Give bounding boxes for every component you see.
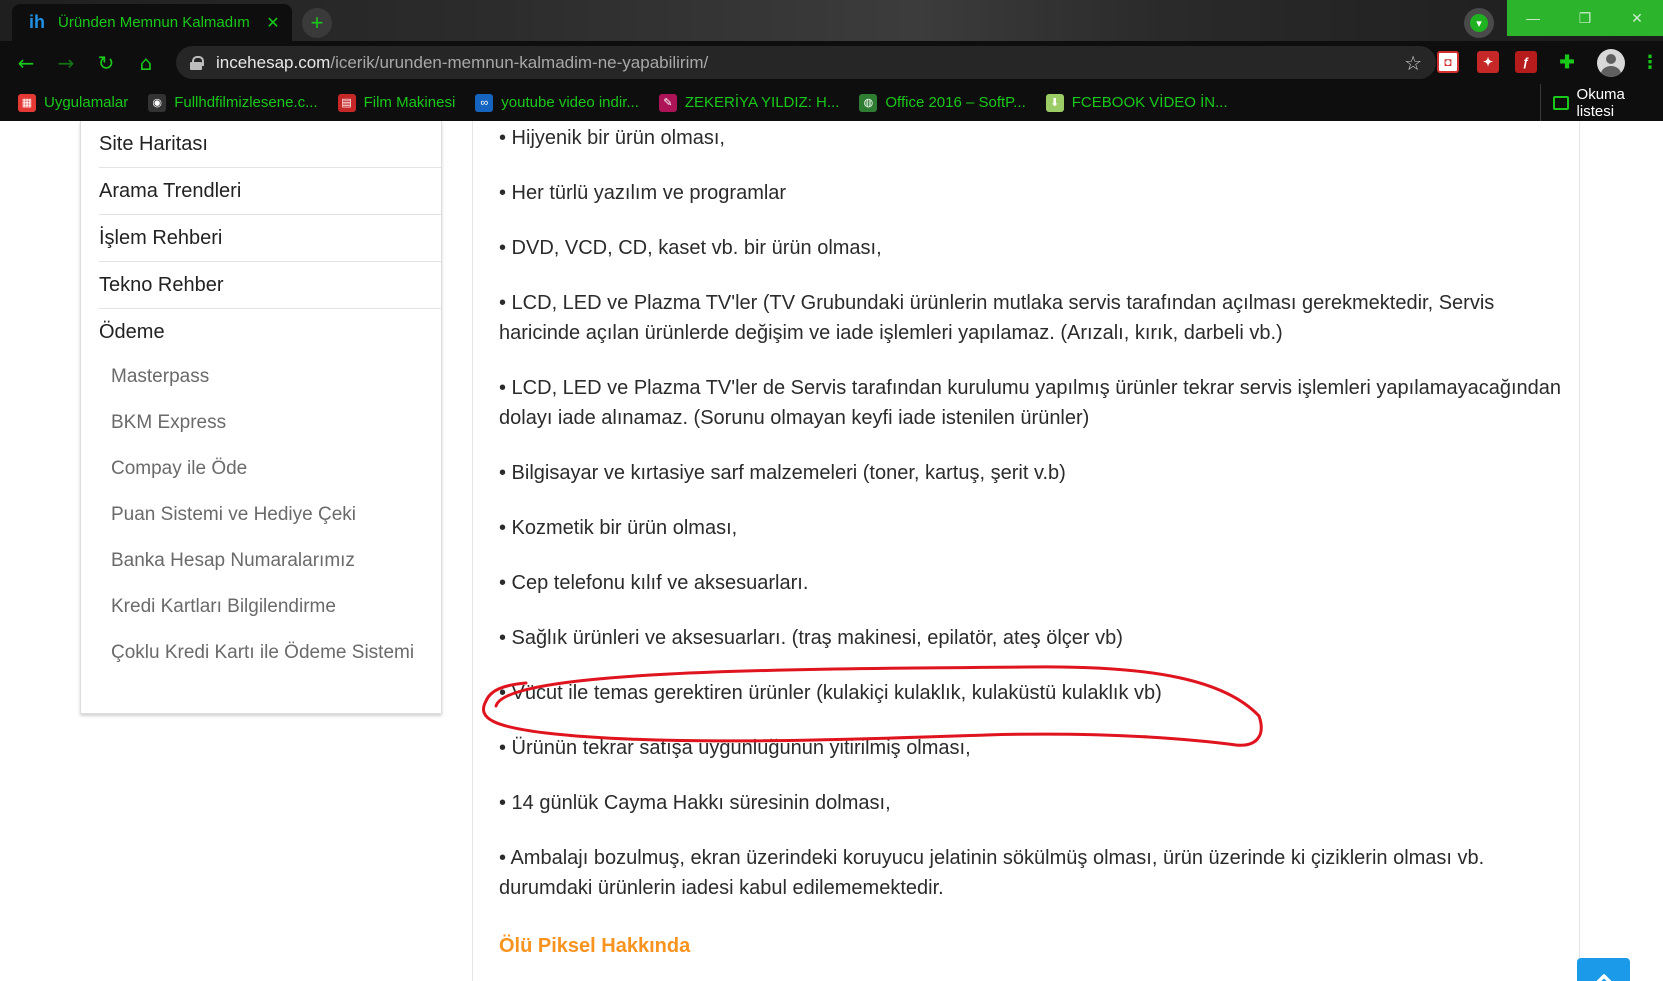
list-item: • Ürünün tekrar satışa uygunluğunun yiti…: [499, 737, 971, 759]
tab-close-icon[interactable]: ✕: [264, 13, 282, 32]
article-content: • Hijyenik bir ürün olması, • Her türlü …: [472, 121, 1580, 981]
list-item: • DVD, VCD, CD, kaset vb. bir ürün olmas…: [499, 237, 882, 259]
menu-kebab-icon[interactable]: ⋮: [1641, 52, 1659, 73]
sidebar-subitem-bkm-express[interactable]: BKM Express: [111, 403, 226, 443]
site-favicon-icon: ih: [29, 12, 45, 32]
sidebar-subitem-masterpass[interactable]: Masterpass: [111, 357, 209, 397]
shield-extension-icon[interactable]: ✦: [1477, 51, 1499, 73]
url-path: /icerik/urunden-memnun-kalmadim-ne-yapab…: [330, 52, 709, 72]
sidebar-item-site-map[interactable]: Site Haritası: [99, 121, 441, 168]
sidebar-item-tech-guide[interactable]: Tekno Rehber: [99, 262, 441, 309]
list-item: • Bilgisayar ve kırtasiye sarf malzemele…: [499, 462, 1066, 484]
tab-title: Üründen Memnun Kalmadım Ne: [58, 14, 254, 31]
film-strip-icon: ▤: [337, 93, 356, 112]
highlighted-list-item: • Vücut ile temas gerektiren ürünler (ku…: [499, 682, 1162, 704]
blog-icon: ✎: [658, 93, 677, 112]
double-chevron-up-icon: [1595, 973, 1612, 981]
bookmark-star-icon[interactable]: ☆: [1404, 51, 1422, 75]
list-item: • LCD, LED ve Plazma TV'ler de Servis ta…: [499, 377, 1561, 429]
film-reel-icon: ◉: [148, 93, 167, 112]
pocket-extension-icon[interactable]: ◘: [1437, 51, 1459, 73]
url-domain: incehesap.com: [216, 52, 331, 72]
active-tab[interactable]: ih Üründen Memnun Kalmadım Ne ✕: [12, 4, 292, 41]
bookmark-item[interactable]: ▦ Uygulamalar: [18, 93, 129, 112]
sidebar-menu: Site Haritası Arama Trendleri İşlem Rehb…: [80, 121, 442, 714]
sidebar-item-search-trends[interactable]: Arama Trendleri: [99, 168, 441, 215]
bookmarks-bar: ▦ Uygulamalar ◉ Fullhdfilmizlesene.c... ▤ Fil…: [0, 84, 1663, 121]
puzzle-extensions-icon[interactable]: ✚: [1556, 51, 1578, 73]
globe-icon: ◍: [859, 93, 878, 112]
apps-grid-icon: ▦: [18, 93, 36, 112]
bookmark-item[interactable]: ▤ Film Makinesi: [337, 93, 456, 112]
list-item: • 14 günlük Cayma Hakkı süresinin dolmas…: [499, 792, 891, 814]
back-to-top-button[interactable]: [1577, 958, 1630, 981]
bookmark-item[interactable]: ✎ ZEKERİYA YILDIZ: H...: [658, 93, 840, 112]
infinity-icon: ∞: [475, 93, 494, 112]
bookmark-label: Uygulamalar: [44, 94, 129, 111]
bookmark-label: FCEBOOK VİDEO İN...: [1071, 94, 1228, 111]
browser-toolbar: ← → ↻ ⌂ incehesap.com /icerik/urunden-me…: [0, 41, 1663, 84]
list-item: • Her türlü yazılım ve programlar: [499, 182, 787, 204]
sidebar-subitem-compay[interactable]: Compay ile Öde: [111, 449, 247, 489]
profile-avatar-icon[interactable]: [1597, 49, 1625, 77]
download-arrow-icon: ⬇: [1045, 93, 1064, 112]
list-item: • Hijyenik bir ürün olması,: [499, 127, 725, 149]
home-button[interactable]: ⌂: [132, 49, 160, 77]
sidebar-item-process-guide[interactable]: İşlem Rehberi: [99, 215, 441, 262]
list-item: • Sağlık ürünleri ve aksesuarları. (traş…: [499, 627, 1123, 649]
flash-extension-icon[interactable]: ƒ: [1515, 51, 1537, 73]
forward-button[interactable]: →: [52, 49, 80, 77]
sidebar-item-payment[interactable]: Ödeme: [99, 309, 441, 356]
list-item: • LCD, LED ve Plazma TV'ler (TV Grubunda…: [499, 292, 1495, 344]
chevron-down-icon: ▾: [1470, 14, 1488, 32]
minimize-button[interactable]: —: [1507, 0, 1559, 36]
bookmark-item[interactable]: ◉ Fullhdfilmizlesene.c...: [148, 93, 318, 112]
tab-search-button[interactable]: ▾: [1464, 8, 1494, 38]
section-heading-dead-pixel[interactable]: Ölü Piksel Hakkında: [499, 935, 690, 958]
bookmark-label: youtube video indir...: [501, 94, 639, 111]
bookmark-item[interactable]: ⬇ FCEBOOK VİDEO İN...: [1045, 93, 1228, 112]
list-item: • Cep telefonu kılıf ve aksesuarları.: [499, 572, 809, 594]
bookmark-item[interactable]: ∞ youtube video indir...: [475, 93, 639, 112]
reading-list-label: Okuma listesi: [1576, 85, 1625, 120]
web-page: Site Haritası Arama Trendleri İşlem Rehb…: [0, 121, 1663, 981]
sidebar-subitem-multi-card[interactable]: Çoklu Kredi Kartı ile Ödeme Sistemi: [111, 633, 414, 673]
address-bar[interactable]: incehesap.com /icerik/urunden-memnun-kal…: [176, 46, 1436, 79]
browser-title-bar: ih Üründen Memnun Kalmadım Ne ✕ + ▾ — ❐ …: [0, 0, 1663, 41]
reload-button[interactable]: ↻: [92, 49, 120, 77]
list-item: • Kozmetik bir ürün olması,: [499, 517, 738, 539]
sidebar-subitem-credit-card-info[interactable]: Kredi Kartları Bilgilendirme: [111, 587, 336, 627]
lock-icon[interactable]: [190, 55, 204, 70]
sidebar-subitem-bank-accounts[interactable]: Banka Hesap Numaralarımız: [111, 541, 355, 581]
bookmark-label: Fullhdfilmizlesene.c...: [174, 94, 318, 111]
bookmark-label: Office 2016 – SoftP...: [885, 94, 1026, 111]
sidebar-subitem-points-gift[interactable]: Puan Sistemi ve Hediye Çeki: [111, 495, 356, 535]
bookmark-item[interactable]: ◍ Office 2016 – SoftP...: [859, 93, 1026, 112]
new-tab-button[interactable]: +: [302, 8, 332, 38]
bookmark-label: Film Makinesi: [363, 94, 456, 111]
maximize-button[interactable]: ❐: [1559, 0, 1611, 36]
bookmark-label: ZEKERİYA YILDIZ: H...: [684, 94, 840, 111]
close-window-button[interactable]: ✕: [1611, 0, 1663, 36]
list-item: • Ambalajı bozulmuş, ekran üzerindeki ko…: [499, 847, 1485, 899]
reading-list-icon: [1553, 95, 1569, 110]
back-button[interactable]: ←: [12, 49, 40, 77]
reading-list-button[interactable]: Okuma listesi: [1540, 84, 1663, 121]
